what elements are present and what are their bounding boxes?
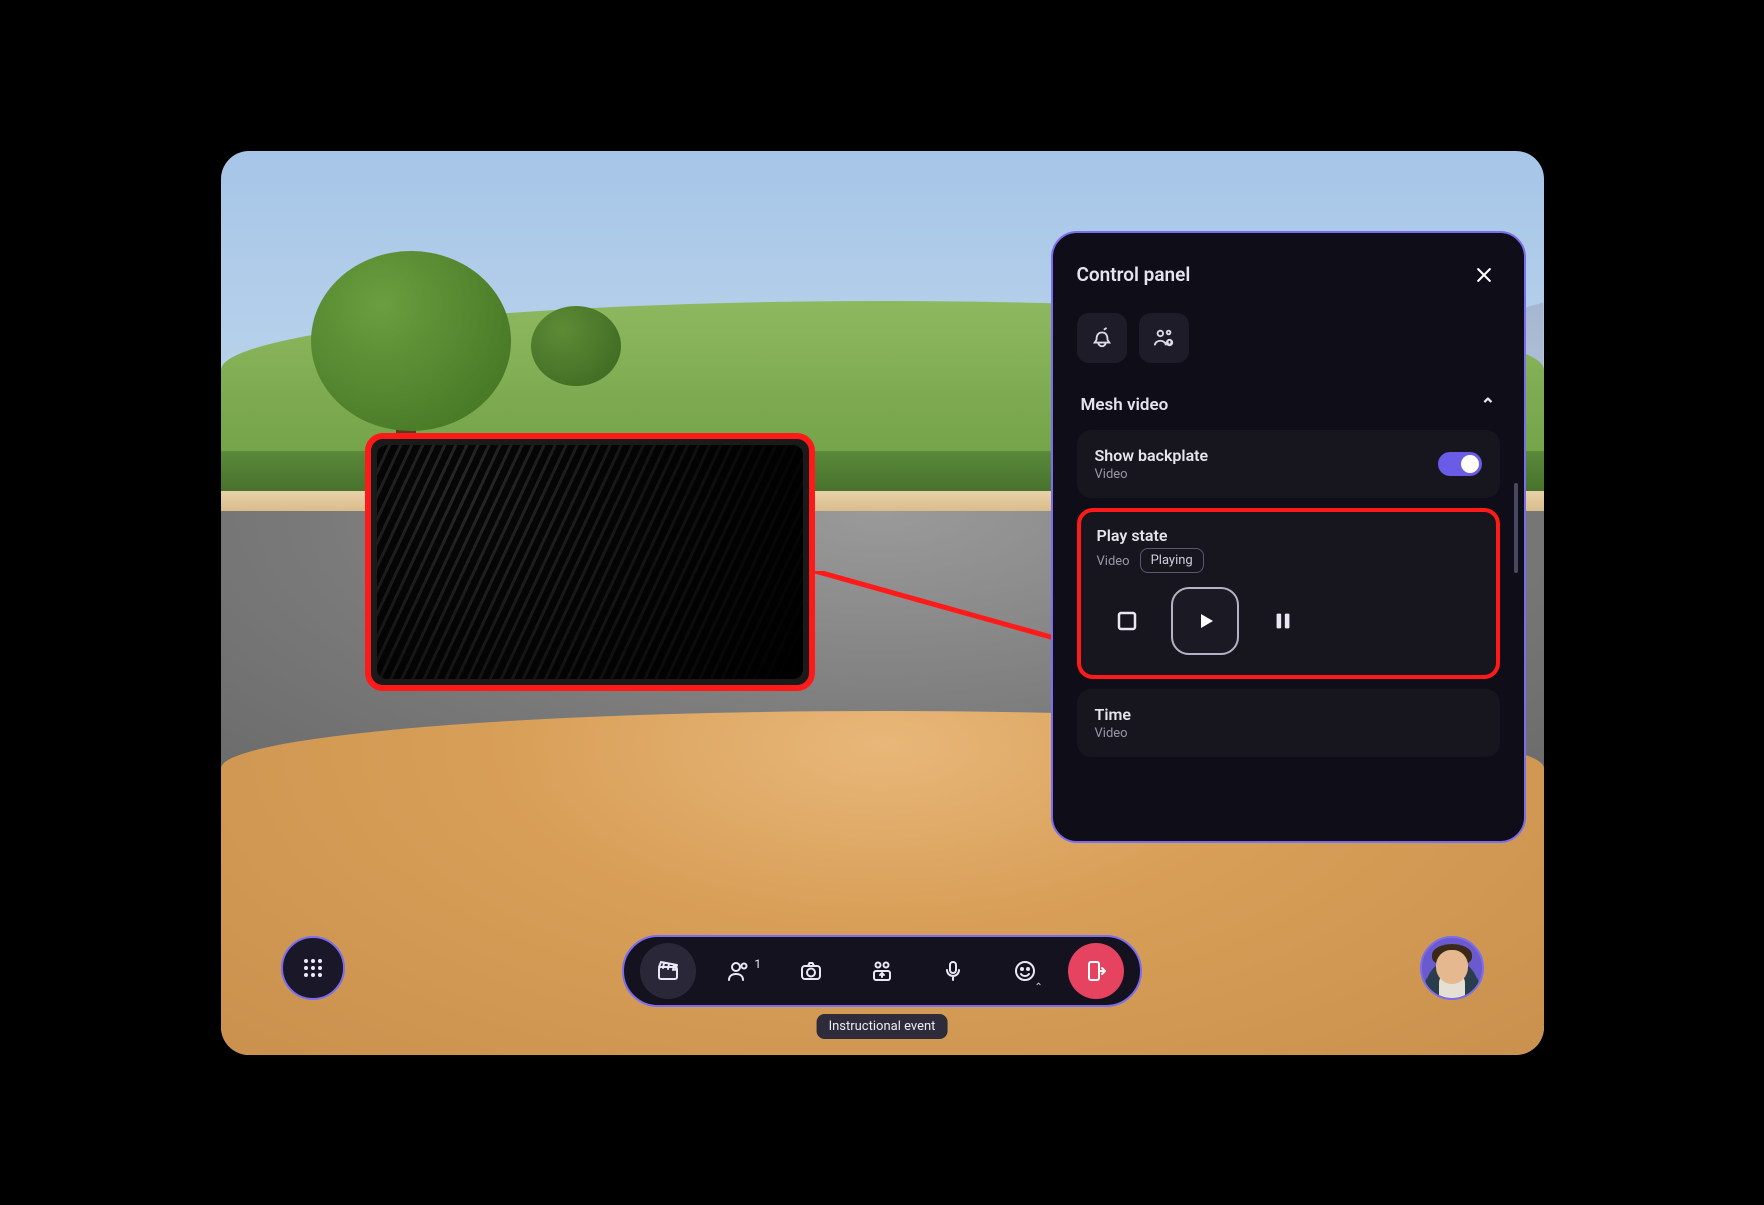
play-button[interactable] <box>1171 587 1239 655</box>
chevron-up-icon: ⌃ <box>1034 982 1042 993</box>
notifications-button[interactable] <box>1077 313 1127 363</box>
microphone-icon <box>941 959 965 983</box>
play-controls <box>1097 587 1480 655</box>
toolbar-tooltip: Instructional event <box>817 1014 948 1039</box>
time-sublabel: Video <box>1095 726 1482 741</box>
reactions-button[interactable]: ⌃ <box>997 943 1053 999</box>
leave-button[interactable] <box>1068 943 1124 999</box>
people-mic-icon <box>1153 327 1175 349</box>
stop-icon <box>1115 609 1139 633</box>
tree-foliage <box>311 251 511 431</box>
avatar-face <box>1436 950 1468 984</box>
pause-button[interactable] <box>1259 597 1307 645</box>
bell-icon <box>1091 327 1113 349</box>
video-screen-highlight[interactable] <box>365 433 815 691</box>
panel-action-row <box>1077 313 1500 363</box>
video-content-preview <box>377 445 803 679</box>
menu-button[interactable] <box>281 936 345 1000</box>
camera-button[interactable] <box>783 943 839 999</box>
playstate-sublabel: Video <box>1097 554 1130 569</box>
backplate-row: Show backplate Video <box>1077 430 1500 498</box>
backplate-toggle[interactable] <box>1438 452 1482 476</box>
section-title: Mesh video <box>1081 395 1169 415</box>
close-icon <box>1474 265 1494 285</box>
playstate-label: Play state <box>1097 526 1480 545</box>
screen-share-button[interactable] <box>854 943 910 999</box>
backplate-label: Show backplate <box>1095 446 1209 465</box>
stop-button[interactable] <box>1103 597 1151 645</box>
panel-scrollbar[interactable] <box>1514 483 1518 573</box>
leave-icon <box>1084 959 1108 983</box>
control-panel: Control panel Mesh video ⌃ Show backplat… <box>1051 231 1526 843</box>
tree-foliage-small <box>531 306 621 386</box>
section-header-mesh-video[interactable]: Mesh video ⌃ <box>1077 385 1500 430</box>
camera-icon <box>799 959 823 983</box>
play-state-row-highlight: Play state Video Playing <box>1077 508 1500 679</box>
panel-title: Control panel <box>1077 263 1191 286</box>
time-label: Time <box>1095 705 1482 724</box>
presenters-button[interactable] <box>1139 313 1189 363</box>
emoji-icon <box>1013 959 1037 983</box>
clapperboard-button[interactable] <box>640 943 696 999</box>
chevron-up-icon: ⌃ <box>1480 395 1495 416</box>
people-button[interactable]: 1 <box>711 943 767 999</box>
people-icon <box>727 959 751 983</box>
people-count-badge: 1 <box>754 957 761 971</box>
bottom-toolbar: 1 ⌃ <box>622 935 1142 1007</box>
app-viewport: Control panel Mesh video ⌃ Show backplat… <box>221 151 1544 1055</box>
panel-header: Control panel <box>1077 259 1500 291</box>
clapperboard-icon <box>656 959 680 983</box>
user-avatar[interactable] <box>1420 936 1484 1000</box>
playstate-status-badge: Playing <box>1140 548 1204 573</box>
close-button[interactable] <box>1468 259 1500 291</box>
share-screen-icon <box>870 959 894 983</box>
grid-dots-icon <box>301 956 325 980</box>
backplate-sublabel: Video <box>1095 467 1209 482</box>
play-icon <box>1193 609 1217 633</box>
time-row: Time Video <box>1077 689 1500 757</box>
pause-icon <box>1272 610 1294 632</box>
microphone-button[interactable] <box>925 943 981 999</box>
